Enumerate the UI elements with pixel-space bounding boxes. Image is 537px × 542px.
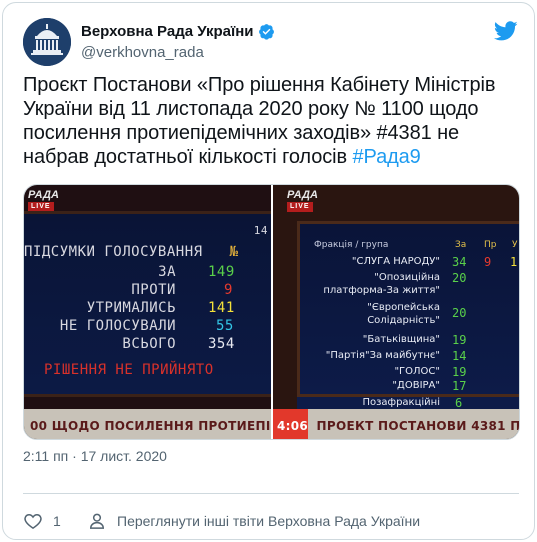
faction-for: 20 — [452, 271, 467, 285]
row-value-for: 149 — [208, 264, 235, 280]
twitter-bird-icon[interactable] — [494, 19, 518, 43]
view-more-tweets-link[interactable]: Переглянути інші твіти Верховна Рада Укр… — [87, 511, 420, 531]
news-ticker: 00 ЩОДО ПОСИЛЕННЯ ПРОТИЕПІДЕМІЧ — [24, 409, 271, 439]
faction-name: "ДОВІРА" — [392, 380, 440, 391]
faction-for: 34 — [452, 255, 467, 269]
board-title-text: ПІДСУМКИ ГОЛОСУВАННЯ — [24, 244, 203, 260]
display-name[interactable]: Верховна Рада України — [81, 23, 254, 40]
faction-name: Солідарність" — [367, 315, 440, 326]
ticker-text: ПРОЕКТ ПОСТАНОВИ 4381 ПРО РІШЕН — [316, 419, 519, 433]
header-for: За — [455, 240, 467, 250]
row-value-abstained: 141 — [208, 300, 235, 316]
row-label-against: ПРОТИ — [131, 282, 176, 298]
faction-name: "Опозиційна — [374, 272, 440, 283]
faction-name: платформа-За життя" — [323, 285, 440, 296]
news-ticker: 4:06 ПРОЕКТ ПОСТАНОВИ 4381 ПРО РІШЕН — [273, 409, 519, 439]
row-label-not-voted: НЕ ГОЛОСУВАЛИ — [59, 318, 176, 334]
rada-logo: РАДА LIVE — [28, 190, 59, 212]
tweet-timestamp[interactable]: 2:11 пп · 17 лист. 2020 — [23, 448, 167, 464]
heart-icon — [24, 513, 42, 529]
rada-logo-text: РАДА — [28, 189, 59, 201]
faction-for: 19 — [452, 365, 467, 379]
faction-for: 14 — [452, 349, 467, 363]
media-photo-right[interactable]: РАДА LIVE Фракція / група За Пр У "СЛУГА… — [273, 185, 519, 439]
faction-for: 20 — [452, 306, 467, 320]
board-title: ПІДСУМКИ ГОЛОСУВАННЯ № — [24, 244, 238, 260]
faction-against: 9 — [484, 255, 492, 269]
corner-number: 14 — [253, 224, 268, 237]
faction-for: 6 — [455, 396, 463, 410]
account-name-row[interactable]: Верховна Рада України — [81, 23, 275, 40]
header-faction: Фракція / група — [314, 240, 389, 250]
header-against: Пр — [484, 240, 497, 250]
ticker-time: 4:06 — [273, 409, 309, 439]
faction-name: "Європейська — [367, 302, 440, 313]
verified-badge-icon — [258, 24, 274, 40]
row-value-total: 354 — [208, 336, 235, 352]
decision-result: РІШЕННЯ НЕ ПРИЙНЯТО — [44, 362, 214, 378]
header-abstain: У — [512, 240, 518, 250]
tweet-body: Проєкт Постанови «Про рішення Кабінету М… — [23, 74, 496, 168]
view-more-tweets-label: Переглянути інші твіти Верховна Рада Укр… — [117, 513, 421, 529]
row-label-total: ВСЬОГО — [122, 336, 176, 352]
live-badge: LIVE — [287, 202, 313, 212]
row-label-abstained: УТРИМАЛИСЬ — [86, 300, 176, 316]
faction-name: "Партія"За майбутнє" — [325, 350, 440, 361]
avatar[interactable] — [23, 18, 71, 66]
account-handle[interactable]: @verkhovna_rada — [81, 44, 204, 61]
like-button[interactable]: 1 — [23, 511, 61, 531]
hashtag-link[interactable]: #Рада9 — [352, 146, 420, 168]
faction-for: 17 — [452, 379, 467, 393]
rada-logo-text: РАДА — [287, 189, 318, 201]
row-value-against: 9 — [224, 282, 233, 298]
row-value-not-voted: 55 — [216, 318, 234, 334]
media-photo-left[interactable]: РАДА LIVE 14 ПІДСУМКИ ГОЛОСУВАННЯ № ЗА 1… — [24, 185, 271, 439]
tweet-card: Верховна Рада України @verkhovna_rada Пр… — [2, 2, 535, 540]
board-title-suffix: № — [229, 244, 239, 260]
tweet-media[interactable]: РАДА LIVE 14 ПІДСУМКИ ГОЛОСУВАННЯ № ЗА 1… — [23, 184, 520, 440]
faction-for: 19 — [452, 333, 467, 347]
faction-name: "СЛУГА НАРОДУ" — [351, 256, 440, 267]
tweet-text: Проєкт Постанови «Про рішення Кабінету М… — [23, 73, 519, 169]
faction-name: Позафракційні — [362, 397, 440, 408]
faction-board: Фракція / група За Пр У "СЛУГА НАРОДУ" 3… — [297, 221, 519, 397]
faction-name: "ГОЛОС" — [394, 366, 440, 377]
faction-abstain: 1 — [510, 255, 518, 269]
divider — [23, 493, 519, 494]
person-icon — [89, 513, 105, 529]
rada-logo: РАДА LIVE — [287, 190, 318, 212]
parliament-building-icon — [23, 18, 71, 66]
row-label-for: ЗА — [158, 264, 176, 280]
voting-board: 14 ПІДСУМКИ ГОЛОСУВАННЯ № ЗА 149 ПРОТИ 9… — [24, 211, 271, 397]
faction-name: "Батьківщина" — [362, 334, 440, 345]
like-count: 1 — [53, 513, 61, 529]
